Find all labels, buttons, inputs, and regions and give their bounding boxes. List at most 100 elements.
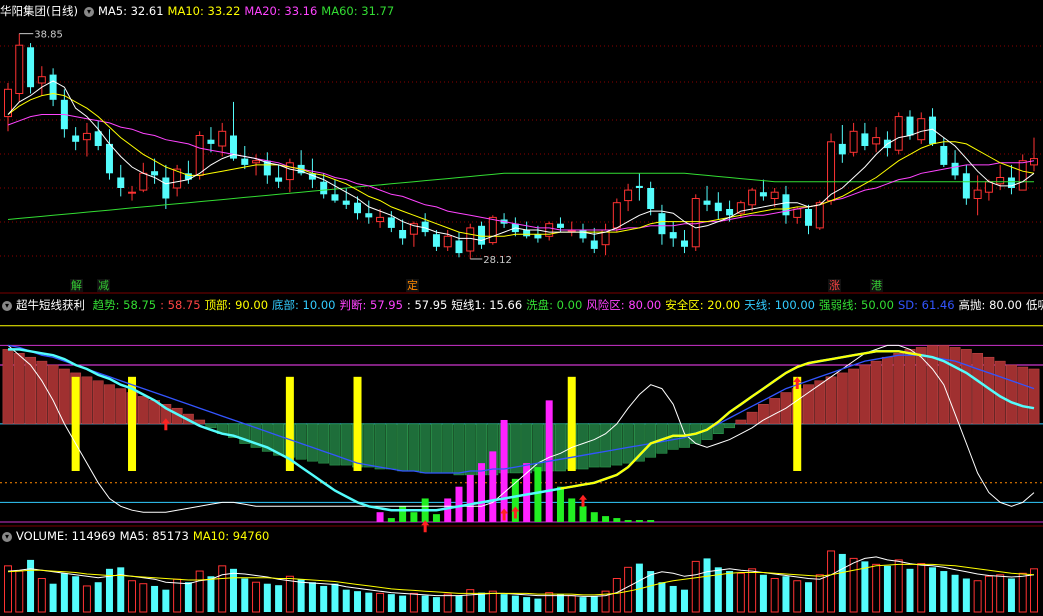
trend-bar xyxy=(588,423,600,468)
trend-bar xyxy=(825,376,837,425)
candle-body xyxy=(285,162,294,181)
trend-bar xyxy=(758,404,769,425)
volume-bar xyxy=(556,594,564,612)
signal-bar xyxy=(579,506,587,522)
candle-body xyxy=(996,177,1005,185)
stock-title: 华阳集团(日线) xyxy=(0,4,78,18)
candle-body xyxy=(894,116,903,151)
legend-item: 风险区: 80.00 xyxy=(586,298,662,312)
ma5-line xyxy=(7,80,1035,242)
trend-bar xyxy=(115,388,127,425)
legend-item: 短线1: 15.66 xyxy=(451,298,523,312)
trend-bar xyxy=(374,423,386,470)
chevron-down-icon[interactable]: ▾ xyxy=(2,531,12,542)
event-tag[interactable]: 港 xyxy=(870,279,883,292)
volume-bar xyxy=(49,583,57,612)
candle-body xyxy=(241,158,249,165)
event-tag[interactable]: 解 xyxy=(70,279,83,292)
volume-bar xyxy=(736,572,745,613)
legend-item: VOLUME: 114969 xyxy=(16,529,116,543)
volume-bar xyxy=(1007,578,1015,612)
trend-bar xyxy=(137,396,149,425)
candle-body xyxy=(117,177,125,188)
legend-item: MA10: 94760 xyxy=(192,529,270,543)
buy-marker xyxy=(71,376,80,471)
candle-body xyxy=(579,230,587,239)
volume-bar xyxy=(399,595,407,612)
candle-body xyxy=(82,132,91,141)
candle-body xyxy=(94,131,102,146)
volume-header: ▾ VOLUME: 114969 MA5: 85173 MA10: 94760 xyxy=(0,527,1043,545)
candle-body xyxy=(37,76,46,84)
volume-bar xyxy=(883,565,891,612)
event-tag[interactable]: 减 xyxy=(97,279,110,292)
legend-item: 天线: 100.00 xyxy=(744,298,815,312)
volume-bar xyxy=(365,592,373,612)
volume-bar xyxy=(612,578,621,613)
trend-bar xyxy=(622,423,634,464)
candle-body xyxy=(443,235,452,248)
event-tag[interactable]: 涨 xyxy=(828,279,841,292)
trend-bar xyxy=(724,423,735,429)
high-price-label: 38.85 xyxy=(34,30,63,41)
candle-body xyxy=(815,202,824,229)
signal-bar xyxy=(410,512,418,522)
volume-bar xyxy=(432,597,440,612)
candle-body xyxy=(49,74,57,100)
volume-bar xyxy=(680,589,688,612)
candle-body xyxy=(27,47,35,88)
volume-bar xyxy=(421,595,429,612)
buy-marker xyxy=(353,376,362,471)
candle-body xyxy=(320,181,328,195)
volume-bar xyxy=(917,563,926,613)
legend-item: : 58.75 xyxy=(160,298,201,312)
legend-item: 洗盘: 0.00 xyxy=(526,298,583,312)
volume-bar xyxy=(590,596,598,612)
trend-bar xyxy=(92,380,104,425)
legend-item: MA60: 31.77 xyxy=(321,4,395,18)
chevron-down-icon[interactable]: ▾ xyxy=(83,6,94,17)
ma60-line xyxy=(7,172,1034,220)
signal-bar xyxy=(444,498,452,522)
candle-body xyxy=(387,217,395,228)
event-tag[interactable]: 定 xyxy=(406,279,419,292)
volume-bar xyxy=(951,574,959,612)
signal-bar xyxy=(556,486,564,522)
trend-bar xyxy=(859,364,871,425)
trend-bar xyxy=(81,376,93,425)
legend-item: 判断: 57.95 xyxy=(339,298,403,312)
signal-bar xyxy=(568,498,576,522)
volume-bar xyxy=(726,571,734,612)
candle-body xyxy=(139,172,148,191)
legend-item: 低吸: 20.00 xyxy=(1026,298,1043,312)
candle-body xyxy=(917,118,926,141)
volume-bar xyxy=(669,585,677,612)
candle-body xyxy=(872,137,881,145)
volume-bar xyxy=(929,567,937,612)
buy-marker xyxy=(793,376,802,471)
candle-body xyxy=(951,162,959,176)
candle-body xyxy=(331,194,339,201)
volume-bar xyxy=(252,581,261,613)
candle-body xyxy=(342,200,350,205)
candle-body xyxy=(534,234,542,239)
volume-bar xyxy=(376,592,385,613)
volume-bar xyxy=(4,565,12,613)
volume-bar xyxy=(906,568,914,612)
volume-bar xyxy=(962,578,970,612)
legend-item: SD: 61.46 xyxy=(897,298,955,312)
chevron-down-icon[interactable]: ▾ xyxy=(2,300,12,311)
volume-bar xyxy=(805,582,813,612)
candle-body xyxy=(861,133,869,146)
legend-item: 高抛: 80.00 xyxy=(958,298,1022,312)
candle-body xyxy=(984,181,993,193)
legend-item: 强弱线: 50.00 xyxy=(818,298,894,312)
trend-bar xyxy=(363,423,375,468)
main-chart-header: 华阳集团(日线) ▾ MA5: 32.61 MA10: 33.22 MA20: 33.1… xyxy=(0,2,1043,20)
candle-body xyxy=(1007,177,1015,188)
signal-bar xyxy=(500,419,508,522)
legend-item: 趋势: 58.75 xyxy=(92,298,157,312)
candle-body xyxy=(488,216,497,244)
volume-bar xyxy=(815,574,824,613)
indicator-title: 超牛短线获利 xyxy=(16,298,85,312)
